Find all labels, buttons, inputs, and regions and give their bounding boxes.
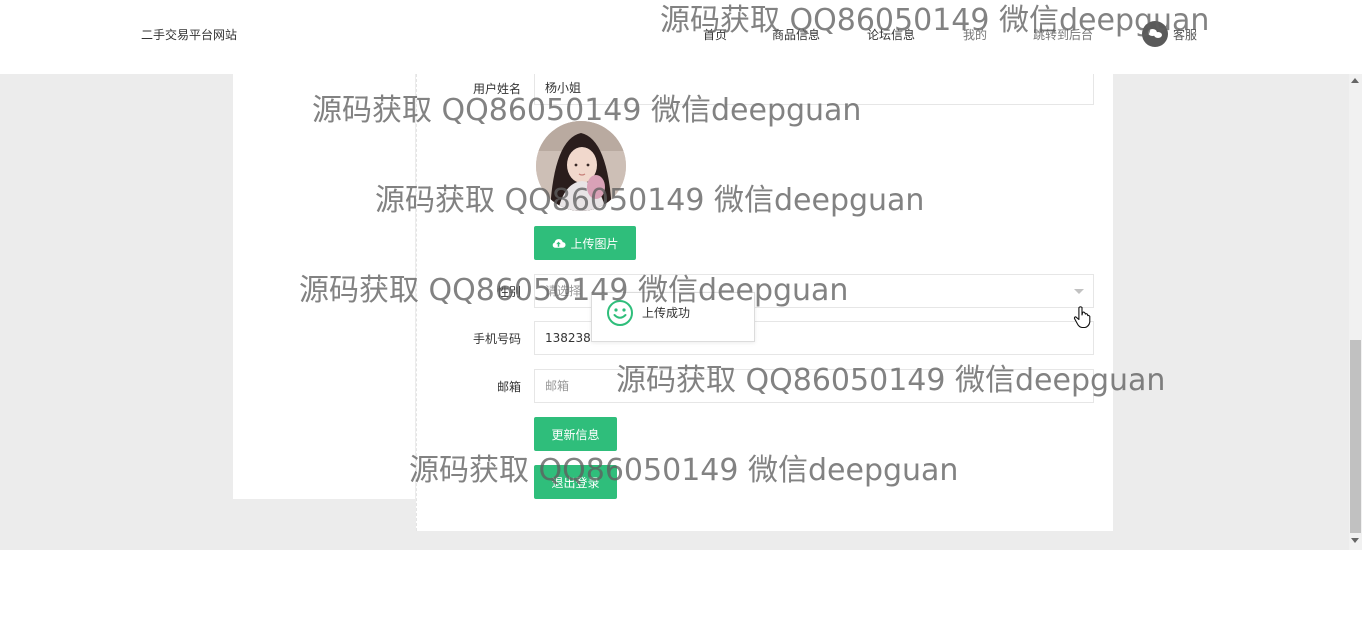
hand-pointer-icon — [1073, 306, 1091, 329]
smile-icon — [607, 300, 633, 326]
top-navbar: 二手交易平台网站 首页 商品信息 论坛信息 我的 跳转到后台 客服 — [0, 0, 1362, 74]
scroll-up-arrow-icon[interactable] — [1351, 78, 1359, 83]
email-input[interactable]: 邮箱 — [534, 369, 1094, 403]
page: 二手交易平台网站 首页 商品信息 论坛信息 我的 跳转到后台 客服 用户姓名 杨… — [0, 0, 1362, 618]
nav-home[interactable]: 首页 — [703, 26, 727, 43]
cloud-upload-icon — [553, 239, 567, 248]
email-label: 邮箱 — [496, 380, 521, 394]
gender-label: 性别 — [496, 285, 521, 299]
nav-mine[interactable]: 我的 — [963, 26, 987, 43]
chevron-down-icon[interactable] — [1074, 289, 1084, 294]
toast-message: 上传成功 — [642, 306, 691, 320]
name-label: 用户姓名 — [472, 82, 521, 96]
chat-icon — [1142, 21, 1168, 47]
phone-label: 手机号码 — [472, 332, 521, 346]
side-panel — [233, 74, 415, 499]
logout-button[interactable]: 退出登录 — [534, 465, 617, 499]
avatar-image — [536, 121, 626, 211]
scrollbar-thumb[interactable] — [1350, 340, 1361, 533]
nav-admin[interactable]: 跳转到后台 — [1033, 26, 1093, 43]
name-input[interactable]: 杨小姐 — [534, 71, 1094, 105]
nav-forum[interactable]: 论坛信息 — [867, 26, 915, 43]
upload-image-button[interactable]: 上传图片 — [534, 226, 636, 260]
nav-products[interactable]: 商品信息 — [772, 26, 820, 43]
success-toast: 上传成功 — [591, 292, 755, 342]
update-info-button[interactable]: 更新信息 — [534, 417, 617, 451]
site-brand[interactable]: 二手交易平台网站 — [141, 26, 237, 43]
avatar — [536, 121, 626, 211]
customer-service-label: 客服 — [1173, 27, 1198, 42]
customer-service[interactable]: 客服 — [1142, 21, 1197, 47]
upload-image-label: 上传图片 — [570, 236, 619, 251]
scroll-down-arrow-icon[interactable] — [1351, 538, 1359, 543]
